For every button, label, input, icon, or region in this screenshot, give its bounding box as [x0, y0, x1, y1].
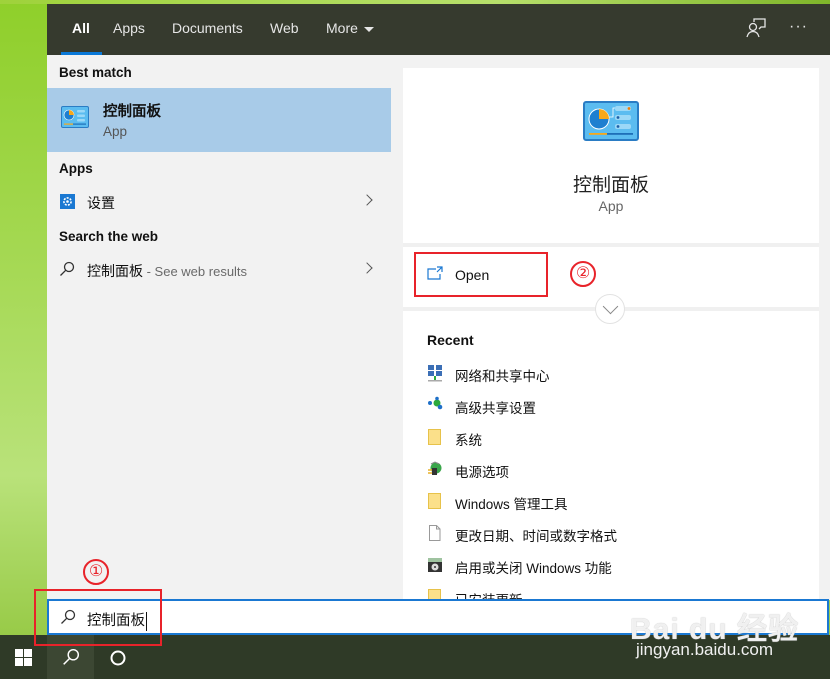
search-icon: [59, 261, 75, 282]
web-result-query: 控制面板: [87, 263, 143, 279]
recent-item[interactable]: 电源选项: [427, 458, 807, 484]
tab-apps[interactable]: Apps: [113, 4, 145, 55]
feedback-person-icon[interactable]: [744, 16, 768, 40]
control-panel-large-icon: [583, 101, 639, 146]
annotation-box-step2: [414, 252, 548, 297]
recent-item-label: 高级共享设置: [455, 401, 536, 416]
web-result-suffix: - See web results: [143, 264, 248, 279]
control-panel-icon: [61, 106, 89, 133]
windows-features-icon: [427, 556, 443, 574]
recent-item-label: 更改日期、时间或数字格式: [455, 529, 617, 544]
app-result-label: 设置: [87, 195, 115, 211]
recent-item[interactable]: 高级共享设置: [427, 394, 807, 420]
web-result-label: 控制面板 - See web results: [87, 261, 247, 281]
search-web-heading: Search the web: [59, 229, 159, 244]
tab-more[interactable]: More: [326, 4, 374, 55]
best-match-heading: Best match: [59, 65, 132, 80]
annotation-number-step1: ①: [83, 559, 109, 585]
tab-documents[interactable]: Documents: [172, 4, 243, 55]
preview-card: 控制面板 App Open Recent 网络和共享中心 高级共享设置 系统 电…: [403, 68, 819, 600]
tab-web[interactable]: Web: [270, 4, 299, 55]
recent-item-label: 启用或关闭 Windows 功能: [455, 561, 612, 576]
tab-all-label: All: [72, 20, 90, 36]
apps-heading: Apps: [59, 161, 93, 176]
recent-item[interactable]: 网络和共享中心: [427, 362, 807, 388]
results-pane: Best match 控制面板 App Apps 设置 Search the w…: [47, 55, 391, 600]
chevron-down-icon: [363, 26, 374, 32]
recent-heading: Recent: [427, 332, 474, 348]
app-result-settings[interactable]: 设置: [47, 187, 391, 217]
recent-item[interactable]: Windows 管理工具: [427, 490, 807, 516]
expand-button[interactable]: [595, 294, 625, 324]
best-match-item[interactable]: 控制面板 App: [47, 88, 391, 152]
document-icon: [427, 524, 443, 542]
folder-icon: [427, 492, 443, 510]
recent-item-label: 电源选项: [455, 465, 509, 480]
web-result[interactable]: 控制面板 - See web results: [47, 255, 391, 285]
recent-item[interactable]: 启用或关闭 Windows 功能: [427, 554, 807, 580]
sharing-icon: [427, 396, 443, 414]
search-icon: [63, 648, 80, 665]
preview-app-title: 控制面板: [572, 175, 649, 196]
tab-web-label: Web: [270, 20, 299, 36]
chevron-down-icon: [602, 298, 619, 315]
tab-apps-label: Apps: [113, 20, 145, 36]
recent-item-label: 网络和共享中心: [455, 369, 550, 384]
annotation-number-step2: ②: [570, 261, 596, 287]
annotation-box-step1: [34, 589, 162, 646]
folder-icon: [427, 428, 443, 446]
network-icon: [427, 364, 443, 382]
power-plug-icon: [427, 460, 443, 478]
tab-all[interactable]: All: [61, 4, 102, 55]
recent-item-label: Windows 管理工具: [455, 497, 568, 512]
preview-app-subtitle: App: [598, 198, 624, 214]
search-header: All Apps Documents Web More ···: [47, 4, 830, 55]
chevron-right-icon[interactable]: [361, 194, 373, 206]
windows-logo-icon: [15, 649, 32, 666]
tab-documents-label: Documents: [172, 20, 243, 36]
recent-item[interactable]: 已安装更新: [427, 586, 807, 600]
recent-item[interactable]: 更改日期、时间或数字格式: [427, 522, 807, 548]
more-options-button[interactable]: ···: [789, 16, 813, 40]
best-match-title: 控制面板: [103, 104, 161, 120]
divider: [403, 243, 819, 247]
watermark-url: jingyan.baidu.com: [636, 640, 774, 659]
best-match-subtitle: App: [103, 124, 128, 139]
chevron-right-icon[interactable]: [361, 262, 373, 274]
cortana-circle-icon: [110, 650, 126, 666]
tab-more-label: More: [326, 20, 358, 36]
recent-item-label: 系统: [455, 433, 482, 448]
recent-item[interactable]: 系统: [427, 426, 807, 452]
settings-gear-icon: [60, 194, 75, 209]
